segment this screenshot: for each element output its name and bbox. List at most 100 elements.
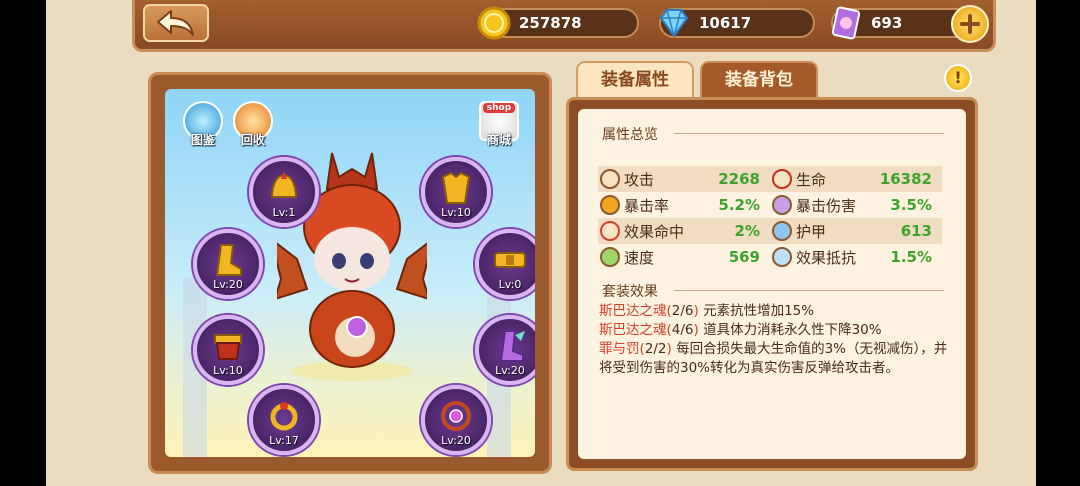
diamond-icon	[659, 9, 689, 38]
stat-row: 效果命中 2% 护甲 613	[598, 218, 942, 244]
set-name: 斯巴达之魂(	[599, 303, 672, 319]
health-icon	[772, 169, 792, 189]
stat-row: 暴击率 5.2% 暴击伤害 3.5%	[598, 192, 942, 218]
hero-scene: 图鉴 回收 shop 商城 Lv:1 Lv:10 Lv:20 Lv:0 Lv:1…	[165, 89, 535, 457]
tab-equipment-attributes[interactable]: 装备属性	[576, 61, 694, 97]
add-resource-button[interactable]	[951, 5, 989, 43]
stat-value: 3.5%	[890, 196, 932, 214]
amulet-icon	[441, 401, 471, 431]
diamond-counter: 10617	[659, 8, 815, 38]
shop-sign: shop	[483, 103, 515, 113]
stat-value: 1.5%	[890, 248, 932, 266]
set-effect-item: 斯巴达之魂(4/6) 道具体力消耗永久性下降30%	[599, 321, 949, 340]
helmet-level: Lv:1	[272, 206, 296, 219]
crit-rate-icon	[600, 195, 620, 215]
shop-button[interactable]: shop 商城	[477, 101, 521, 148]
back-button[interactable]	[143, 4, 209, 42]
codex-label: 图鉴	[190, 133, 215, 147]
hero-equipment-panel: 图鉴 回收 shop 商城 Lv:1 Lv:10 Lv:20 Lv:0 Lv:1…	[148, 72, 552, 474]
tab-equipment-backpack[interactable]: 装备背包	[700, 61, 818, 97]
shoes-level: Lv:20	[495, 364, 525, 377]
set-effect-item: 斯巴达之魂(2/6) 元素抗性增加15%	[599, 302, 949, 321]
divider	[674, 133, 944, 134]
boots-level: Lv:20	[213, 278, 243, 291]
gold-amount: 257878	[519, 14, 582, 32]
stat-name: 效果命中	[624, 222, 685, 241]
divider	[674, 290, 944, 291]
stat-value: 16382	[879, 170, 932, 188]
amulet-level: Lv:20	[441, 434, 471, 447]
stat-row: 攻击 2268 生命 16382	[598, 166, 942, 192]
golden-belt-icon	[494, 252, 526, 268]
boots-slot[interactable]: Lv:20	[193, 229, 263, 299]
set-effect-item: 罪与罚(2/2) 每回合损失最大生命值的3%（无视减伤），并将受到伤害的30%转…	[599, 340, 949, 378]
golden-helmet-icon	[270, 171, 298, 198]
belt-level: Lv:0	[498, 278, 522, 291]
right-screen-edge	[1036, 0, 1080, 486]
waist-armor-icon	[214, 334, 242, 360]
top-resource-bar: 257878 10617 693	[132, 0, 996, 52]
golden-armor-icon	[441, 171, 471, 204]
armor-level: Lv:10	[441, 206, 471, 219]
helmet-slot[interactable]: Lv:1	[249, 157, 319, 227]
speed-icon	[600, 247, 620, 267]
set-desc: 道具体力消耗永久性下降30%	[703, 322, 882, 338]
left-screen-edge	[0, 0, 46, 486]
set-effects-list: 斯巴达之魂(2/6) 元素抗性增加15% 斯巴达之魂(4/6) 道具体力消耗永久…	[599, 302, 949, 378]
set-close: )	[693, 303, 699, 319]
gold-counter: 257878	[477, 6, 639, 40]
recycle-button[interactable]: 回收	[231, 101, 275, 148]
stat-value: 2268	[718, 170, 760, 188]
armor-slot[interactable]: Lv:10	[421, 157, 491, 227]
set-close: )	[693, 322, 699, 338]
stat-value: 613	[900, 222, 932, 240]
stat-row: 速度 569 效果抵抗 1.5%	[598, 244, 942, 270]
codex-button[interactable]: 图鉴	[181, 101, 225, 148]
set-desc: 元素抗性增加15%	[703, 303, 815, 319]
effect-hit-icon	[600, 221, 620, 241]
ring-slot[interactable]: Lv:17	[249, 385, 319, 455]
ticket-amount: 693	[871, 14, 903, 32]
set-name: 罪与罚(	[599, 341, 645, 357]
set-effects-title: 套装效果	[602, 284, 658, 300]
stat-name: 攻击	[624, 170, 655, 189]
golden-ring-icon	[270, 402, 298, 431]
stat-name: 护甲	[796, 222, 827, 241]
plus-icon	[960, 14, 980, 34]
effect-resist-icon	[772, 247, 792, 267]
back-arrow-icon	[157, 10, 194, 36]
stat-value: 5.2%	[718, 196, 760, 214]
gold-coin-icon	[477, 6, 511, 40]
armor-stat-icon	[772, 221, 792, 241]
stat-name: 暴击率	[624, 196, 670, 215]
warning-icon[interactable]: !	[944, 64, 972, 92]
attributes-paper: 属性总览 攻击 2268 生命 16382 暴击率 5.2% 暴击伤害 3.5% 效果命…	[578, 109, 966, 459]
shop-label: 商城	[486, 133, 511, 147]
set-count: 4/6	[671, 322, 694, 338]
set-count: 2/6	[671, 303, 694, 319]
waist-armor-slot[interactable]: Lv:10	[193, 315, 263, 385]
waist-armor-level: Lv:10	[213, 364, 243, 377]
set-count: 2/2	[644, 341, 667, 357]
recycle-label: 回收	[240, 133, 265, 147]
belt-slot[interactable]: Lv:0	[475, 229, 535, 299]
shoes-slot[interactable]: Lv:20	[475, 315, 535, 385]
amulet-slot[interactable]: Lv:20	[421, 385, 491, 455]
stat-value: 2%	[734, 222, 760, 240]
golden-boot-icon	[215, 244, 242, 276]
attack-icon	[600, 169, 620, 189]
attributes-panel: 属性总览 攻击 2268 生命 16382 暴击率 5.2% 暴击伤害 3.5% 效果命…	[566, 97, 978, 471]
stats-table: 攻击 2268 生命 16382 暴击率 5.2% 暴击伤害 3.5% 效果命中 2% 护…	[598, 166, 942, 270]
stat-name: 生命	[796, 170, 827, 189]
winged-shoe-icon	[499, 330, 525, 362]
diamond-amount: 10617	[699, 14, 752, 32]
ring-level: Lv:17	[269, 434, 299, 447]
set-name: 斯巴达之魂(	[599, 322, 672, 338]
stat-value: 569	[728, 248, 760, 266]
stat-name: 暴击伤害	[796, 196, 857, 215]
stat-name: 效果抵抗	[796, 248, 857, 267]
pig-ticket-icon	[831, 6, 861, 40]
crit-damage-icon	[772, 195, 792, 215]
set-close: )	[666, 341, 672, 357]
overview-title: 属性总览	[602, 127, 658, 143]
